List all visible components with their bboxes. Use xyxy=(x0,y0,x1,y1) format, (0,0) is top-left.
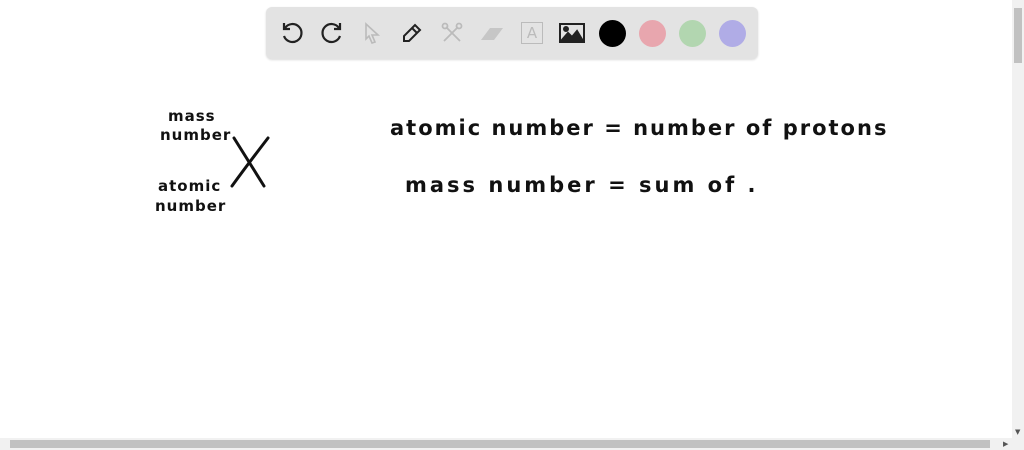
pen-icon xyxy=(403,23,422,42)
redo-icon xyxy=(321,22,342,44)
undo-button[interactable] xyxy=(276,17,308,49)
eraser-icon xyxy=(481,28,503,40)
mass-number-definition: mass number = sum of . xyxy=(405,173,759,197)
pen-button[interactable] xyxy=(396,17,428,49)
color-purple-swatch[interactable] xyxy=(719,20,746,47)
tools-button[interactable] xyxy=(436,17,468,49)
tools-icon xyxy=(441,22,463,42)
redo-button[interactable] xyxy=(316,17,348,49)
eraser-button[interactable] xyxy=(476,17,508,49)
image-icon xyxy=(558,23,585,43)
scroll-right-arrow[interactable]: ▶ xyxy=(1003,440,1008,448)
select-icon xyxy=(365,22,381,44)
atomic-label: atomic xyxy=(158,177,222,195)
text-button[interactable]: A xyxy=(516,17,548,49)
drawing-toolbar: A xyxy=(266,7,758,59)
horizontal-scroll-thumb[interactable] xyxy=(10,440,990,448)
color-black-swatch[interactable] xyxy=(599,20,626,47)
select-button[interactable] xyxy=(356,17,388,49)
color-pink-swatch[interactable] xyxy=(639,20,666,47)
text-icon: A xyxy=(521,22,543,44)
whiteboard-canvas[interactable]: mass number X atomic number atomic numbe… xyxy=(0,62,1012,438)
vertical-scroll-thumb[interactable] xyxy=(1014,8,1022,63)
atomic-number-definition: atomic number = number of protons xyxy=(390,116,889,140)
image-button[interactable] xyxy=(556,17,588,49)
atomic-number-label: number xyxy=(155,197,227,215)
vertical-scrollbar[interactable]: ▼ xyxy=(1012,0,1024,438)
color-green-swatch[interactable] xyxy=(679,20,706,47)
element-symbol-x xyxy=(230,136,270,188)
mass-number-label: number xyxy=(160,126,232,144)
undo-icon xyxy=(282,22,303,44)
scroll-down-arrow[interactable]: ▼ xyxy=(1015,428,1020,436)
mass-label: mass xyxy=(168,107,216,125)
horizontal-scrollbar[interactable]: ▶ xyxy=(0,438,1024,450)
